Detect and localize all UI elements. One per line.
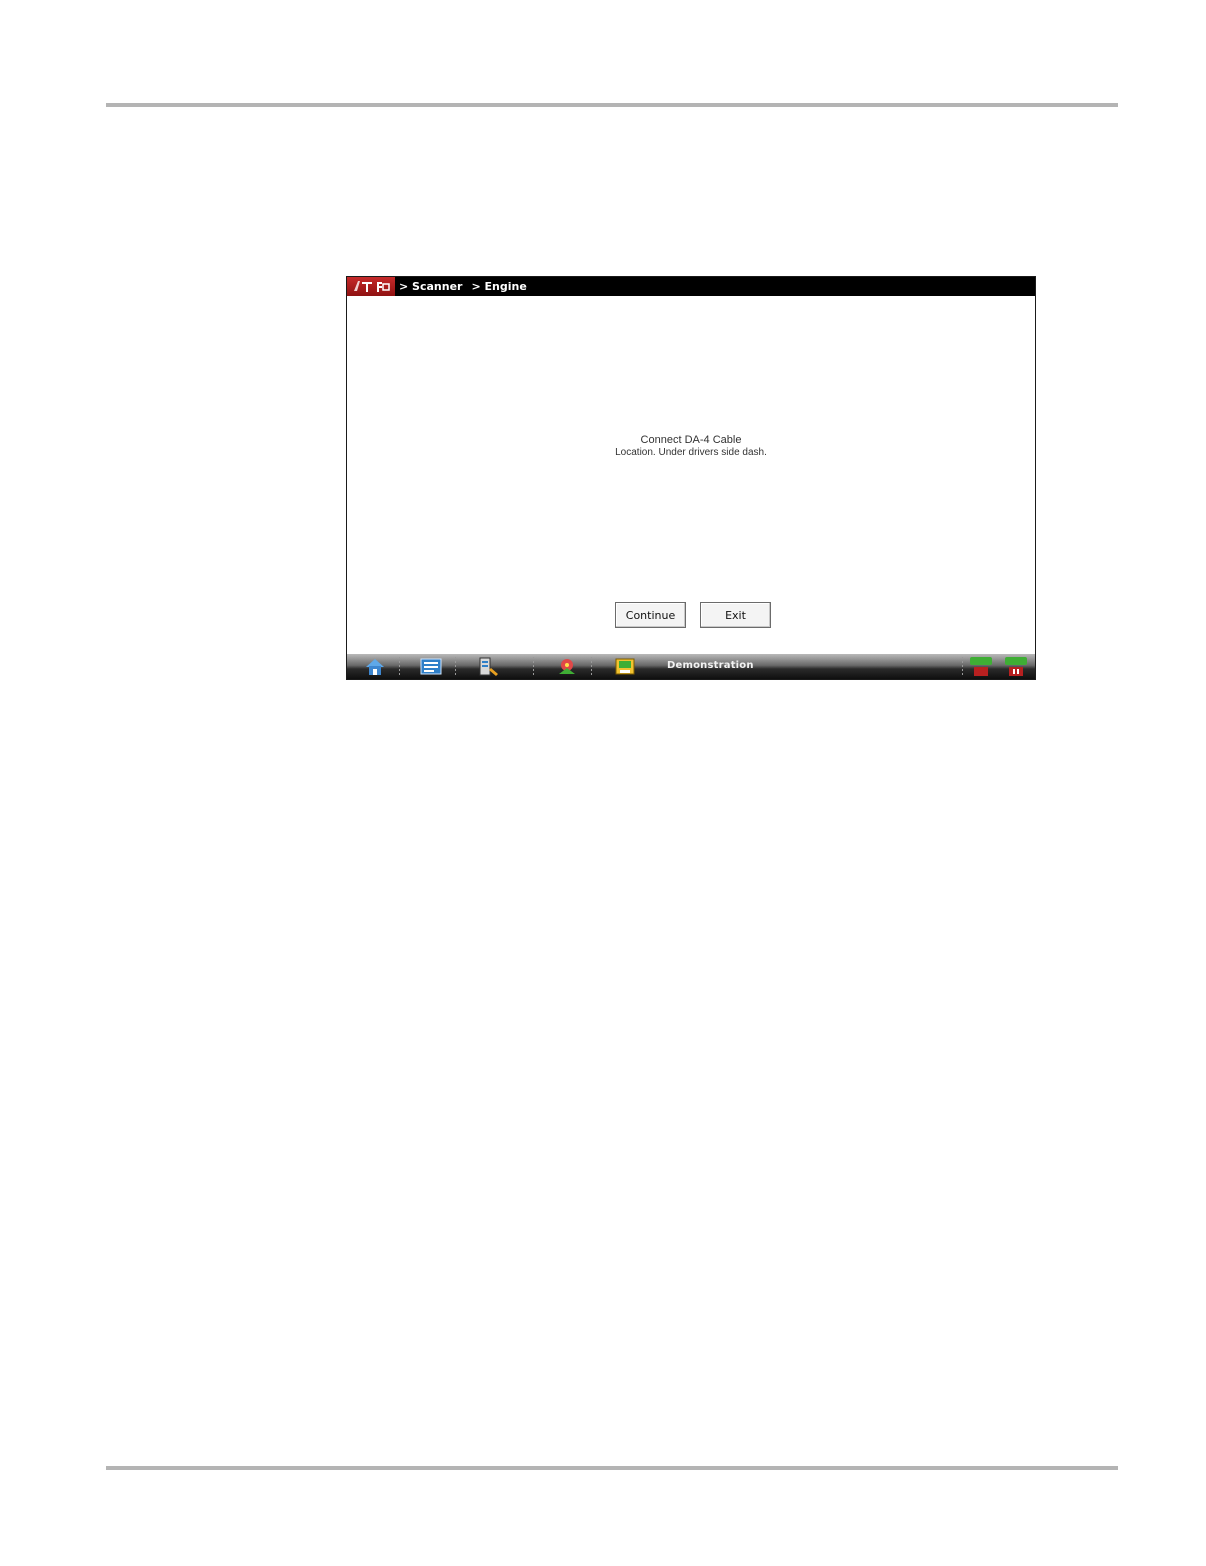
save-icon[interactable]	[613, 656, 637, 677]
message-title: Connect DA-4 Cable	[640, 434, 742, 446]
status-label: Demonstration	[667, 660, 754, 671]
stop-icon[interactable]	[1004, 656, 1028, 677]
data-list-icon[interactable]	[419, 656, 443, 677]
page-header-rule	[106, 103, 1118, 107]
toolbar-separator	[455, 657, 456, 676]
continue-button[interactable]: Continue	[615, 602, 686, 628]
bottom-toolbar: Demonstration	[347, 654, 1035, 679]
record-icon[interactable]	[969, 656, 993, 677]
breadcrumb-scanner[interactable]: > Scanner	[399, 280, 462, 293]
toolbar-separator	[399, 657, 400, 676]
vehicle-id-icon[interactable]	[555, 656, 579, 677]
home-icon[interactable]	[363, 656, 387, 677]
toolbar-separator	[533, 657, 534, 676]
exit-button[interactable]: Exit	[700, 602, 771, 628]
toolbar-separator	[962, 657, 963, 676]
device-screen: > Scanner > Engine Connect DA-4 Cable Lo…	[346, 276, 1036, 680]
brand-logo-icon[interactable]	[347, 277, 395, 296]
instruction-message: Connect DA-4 Cable Location. Under drive…	[347, 434, 1035, 459]
breadcrumb-engine[interactable]: > Engine	[471, 280, 526, 293]
title-bar: > Scanner > Engine	[347, 277, 1035, 296]
message-location: Location. Under drivers side dash.	[615, 447, 767, 458]
toolbar-separator	[591, 657, 592, 676]
tools-icon[interactable]	[477, 656, 501, 677]
breadcrumb: > Scanner > Engine	[399, 280, 536, 293]
page-footer-rule	[106, 1466, 1118, 1470]
